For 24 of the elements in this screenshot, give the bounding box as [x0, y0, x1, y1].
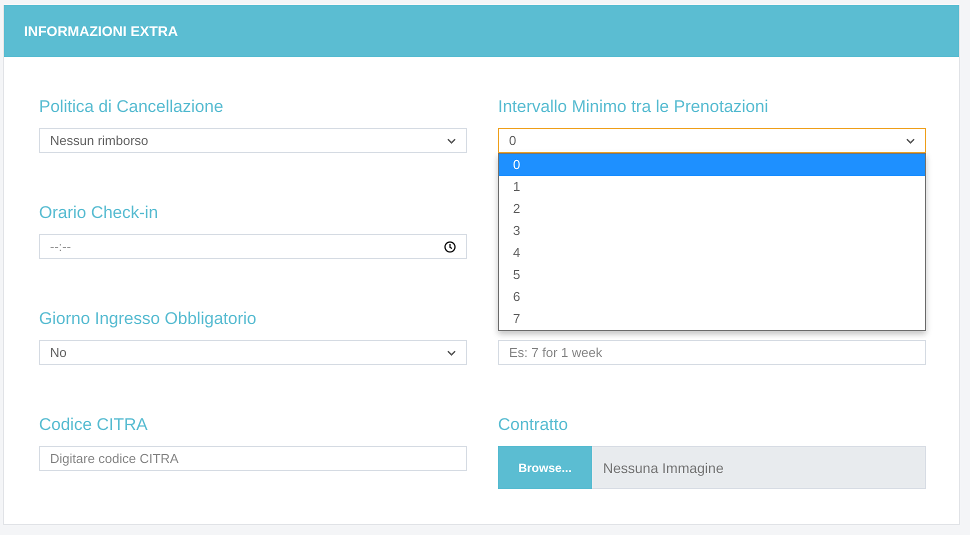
field-label: Intervallo Minimo tra le Prenotazioni [498, 96, 770, 118]
dropdown[interactable]: 0 [498, 128, 926, 153]
dropdown-option[interactable]: 1 [499, 176, 925, 198]
panel-title: INFORMAZIONI EXTRA [24, 23, 178, 39]
dropdown-option[interactable]: 4 [499, 242, 925, 264]
chevron-icon [906, 138, 915, 144]
dropdown[interactable]: Nessun rimborso [39, 128, 467, 153]
input-field[interactable]: Es: 7 for 1 week [498, 340, 926, 365]
field-label: Codice CITRA [39, 414, 149, 436]
chevron-icon [447, 138, 456, 144]
field-label: Orario Check-in [39, 202, 160, 224]
dropdown-option[interactable]: 6 [499, 286, 925, 308]
input-field[interactable]: Digitare codice CITRA [39, 446, 467, 471]
dropdown[interactable]: No [39, 340, 467, 365]
clock-icon [444, 240, 456, 252]
dropdown-option[interactable]: 7 [499, 308, 925, 330]
dropdown-option[interactable]: 0 [499, 154, 925, 176]
field-label: Contratto [498, 414, 569, 436]
dropdown-option[interactable]: 2 [499, 198, 925, 220]
dropdown-option[interactable]: 3 [499, 220, 925, 242]
field-label: Politica di Cancellazione [39, 96, 224, 118]
field-label: Giorno Ingresso Obbligatorio [39, 308, 258, 330]
dropdown-option[interactable]: 5 [499, 264, 925, 286]
chevron-icon [447, 350, 456, 356]
